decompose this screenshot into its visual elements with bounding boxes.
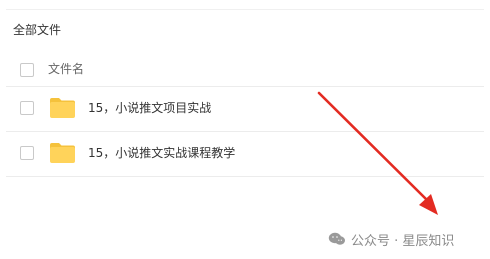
top-divider [6, 9, 484, 10]
file-name[interactable]: 15，小说推文实战课程教学 [88, 144, 235, 162]
breadcrumb[interactable]: 全部文件 [13, 21, 61, 39]
watermark-text: 公众号 · 星辰知识 [351, 233, 455, 249]
folder-icon [50, 98, 75, 118]
watermark: 公众号 · 星辰知识 [328, 229, 454, 249]
folder-icon [50, 143, 75, 163]
table-header: 文件名 [6, 54, 484, 87]
wechat-icon [328, 232, 345, 245]
file-browser: 全部文件 文件名 15，小说推文项目实战 15，小说推文实战课程教学 公众号 ·… [0, 0, 490, 259]
row-checkbox[interactable] [20, 101, 34, 115]
column-header-filename[interactable]: 文件名 [48, 60, 84, 78]
file-name[interactable]: 15，小说推文项目实战 [88, 99, 211, 117]
table-row[interactable]: 15，小说推文实战课程教学 [6, 132, 484, 177]
select-all-checkbox[interactable] [20, 63, 34, 77]
row-checkbox[interactable] [20, 146, 34, 160]
table-row[interactable]: 15，小说推文项目实战 [6, 87, 484, 132]
